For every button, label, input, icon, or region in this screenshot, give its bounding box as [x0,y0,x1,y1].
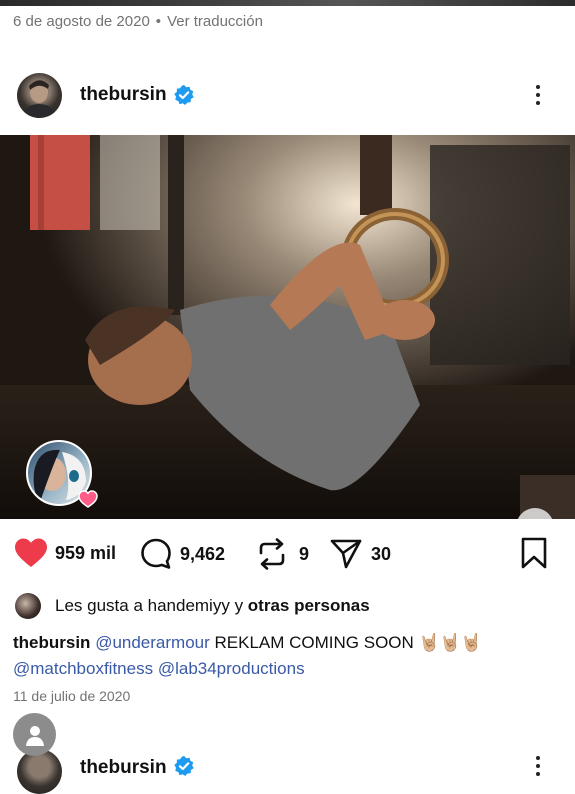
verified-badge-icon [174,756,194,776]
account-switcher-avatar[interactable] [13,713,56,756]
caption-author[interactable]: thebursin [13,633,90,652]
likes-count: 959 mil [55,542,117,563]
post-caption: thebursin @underarmour REKLAM COMING SOO… [13,630,563,682]
comment-icon [141,538,171,569]
repost-action[interactable]: 9 [256,537,309,571]
translate-link[interactable]: Ver traducción [167,13,263,30]
send-icon [330,539,362,569]
repost-icon [259,538,285,570]
author-avatar[interactable] [17,73,62,118]
mention-lab34productions[interactable]: @lab34productions [158,659,305,678]
user-icon [25,725,44,746]
post-date: 11 de julio de 2020 [13,688,131,704]
liked-by-others[interactable]: otras personas [248,596,370,616]
verified-badge-icon [174,85,194,105]
heart-icon [78,490,98,508]
more-vertical-icon[interactable] [528,753,548,781]
caption-emoji: 🤘🏼🤘🏼🤘🏼 [418,633,483,652]
heart-filled-icon [15,538,47,567]
next-post-username[interactable]: thebursin [80,757,167,779]
caption-text: REKLAM COMING SOON [209,633,419,652]
next-post-header: thebursin [0,745,575,794]
post-header: thebursin [0,70,575,122]
comments-count: 9,462 [180,543,226,564]
previous-post-date: 6 de agosto de 2020 [13,13,150,30]
more-vertical-icon[interactable] [528,82,548,110]
like-action[interactable]: 959 mil [13,537,116,569]
separator-dot: • [155,13,162,30]
liked-by-middle: y [229,596,248,615]
liked-by-row[interactable]: Les gusta a handemiyy y otras personas [15,592,370,620]
reposts-count: 9 [299,543,310,564]
previous-post-date-row: 6 de agosto de 2020 • Ver traducción [13,13,263,30]
mention-underarmour[interactable]: @underarmour [95,633,210,652]
save-action[interactable] [519,536,549,570]
mention-matchboxfitness[interactable]: @matchboxfitness [13,659,153,678]
post-actions-bar: 959 mil 9,462 9 30 [0,530,575,578]
liked-by-user[interactable]: handemiyy [148,596,230,616]
next-post-author-avatar[interactable] [17,749,62,794]
previous-post-image-edge [0,0,575,6]
liker-avatar [15,593,41,619]
comment-action[interactable]: 9,462 [139,537,225,571]
shares-count: 30 [371,543,392,564]
bookmark-icon [521,537,547,569]
author-username[interactable]: thebursin [80,84,167,106]
liked-by-prefix: Les gusta a [55,596,148,615]
share-action[interactable]: 30 [329,537,391,571]
